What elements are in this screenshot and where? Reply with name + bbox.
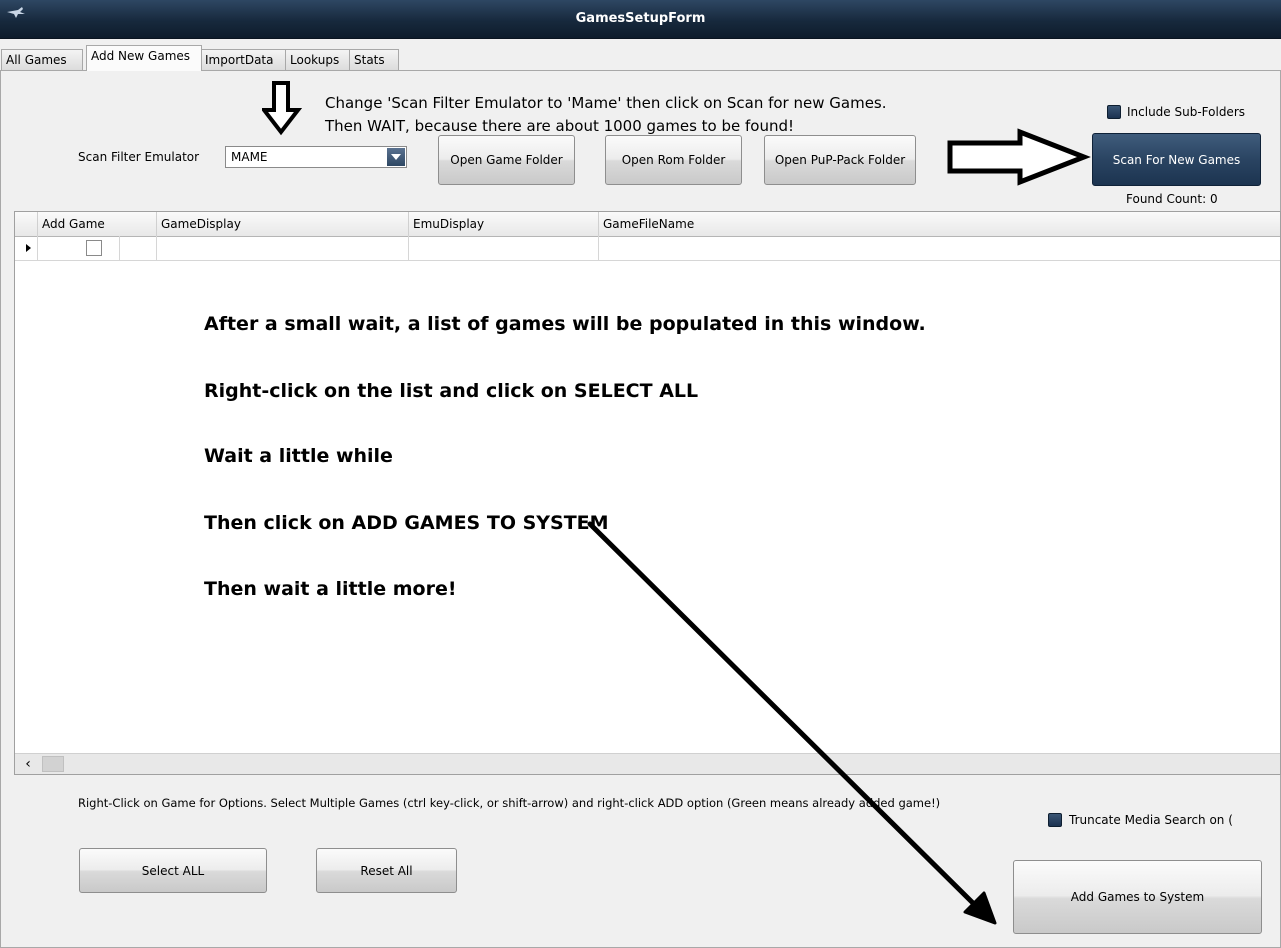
truncate-media-label: Truncate Media Search on ( (1069, 813, 1233, 827)
grid-instruction-1: After a small wait, a list of games will… (204, 313, 926, 335)
current-row-arrow-icon (26, 244, 31, 252)
chevron-down-icon[interactable] (387, 148, 405, 166)
tab-stats[interactable]: Stats (349, 49, 399, 70)
scroll-left-icon[interactable]: ‹ (15, 754, 41, 774)
open-game-folder-button[interactable]: Open Game Folder (438, 135, 575, 185)
column-header-gamedisplay[interactable]: GameDisplay (157, 212, 409, 236)
instruction-line-2: Then WAIT, because there are about 1000 … (325, 117, 795, 135)
window-title: GamesSetupForm (575, 11, 706, 26)
emudisplay-cell[interactable] (409, 236, 599, 261)
open-rom-folder-button[interactable]: Open Rom Folder (605, 135, 742, 185)
scan-filter-label: Scan Filter Emulator (78, 150, 200, 164)
add-game-cell[interactable] (38, 236, 120, 261)
scan-filter-emulator-select[interactable]: MAME (225, 146, 407, 168)
scan-for-new-games-label: Scan For New Games (1112, 152, 1241, 167)
games-grid[interactable]: Add Game GameDisplay EmuDisplay GameFile… (14, 211, 1281, 775)
gamedisplay-cell[interactable] (157, 236, 409, 261)
reset-all-button[interactable]: Reset All (316, 848, 457, 893)
select-all-button[interactable]: Select ALL (79, 848, 267, 893)
down-arrow-annotation-icon (262, 81, 302, 136)
tab-add-new-games[interactable]: Add New Games (86, 45, 202, 71)
column-header-gamefilename[interactable]: GameFileName (599, 212, 1281, 236)
scan-filter-value: MAME (231, 150, 268, 164)
select-all-label: Select ALL (141, 863, 205, 878)
reset-all-label: Reset All (360, 863, 413, 878)
truncate-media-checkbox[interactable] (1048, 813, 1062, 827)
grid-header: Add Game GameDisplay EmuDisplay GameFile… (15, 212, 1280, 237)
grid-instruction-2: Right-click on the list and click on SEL… (204, 380, 699, 402)
instruction-line-1: Change 'Scan Filter Emulator to 'Mame' t… (325, 94, 887, 112)
tab-lookups[interactable]: Lookups (285, 49, 351, 70)
right-arrow-annotation-icon (947, 128, 1091, 186)
open-game-folder-label: Open Game Folder (450, 153, 563, 167)
row-header-corner (15, 212, 38, 236)
grid-cell (120, 236, 157, 261)
tab-all-games[interactable]: All Games (1, 49, 83, 70)
add-game-checkbox[interactable] (86, 240, 102, 256)
tab-importdata[interactable]: ImportData (200, 49, 286, 70)
options-hint: Right-Click on Game for Options. Select … (78, 796, 941, 810)
open-puppack-folder-label: Open PuP-Pack Folder (774, 153, 906, 167)
grid-instruction-5: Then wait a little more! (204, 578, 457, 600)
scan-for-new-games-button[interactable]: Scan For New Games (1092, 133, 1261, 186)
found-count: Found Count: 0 (1126, 192, 1218, 206)
column-header-emudisplay[interactable]: EmuDisplay (409, 212, 599, 236)
grid-instruction-3: Wait a little while (204, 445, 393, 467)
horizontal-scrollbar[interactable]: ‹ (15, 753, 1280, 774)
include-subfolders-checkbox[interactable] (1107, 105, 1121, 119)
grid-instruction-4: Then click on ADD GAMES TO SYSTEM (204, 512, 609, 534)
add-games-to-system-button[interactable]: Add Games to System (1013, 860, 1262, 934)
gamefilename-cell[interactable] (599, 236, 1280, 261)
tab-strip: All Games Add New Games ImportData Looku… (0, 45, 1281, 71)
scrollbar-thumb[interactable] (42, 756, 64, 772)
open-puppack-folder-button[interactable]: Open PuP-Pack Folder (764, 135, 916, 185)
include-subfolders-label: Include Sub-Folders (1127, 105, 1246, 119)
open-rom-folder-label: Open Rom Folder (621, 153, 726, 167)
add-games-to-system-label: Add Games to System (1070, 890, 1205, 904)
column-header-add-game[interactable]: Add Game (38, 212, 157, 236)
